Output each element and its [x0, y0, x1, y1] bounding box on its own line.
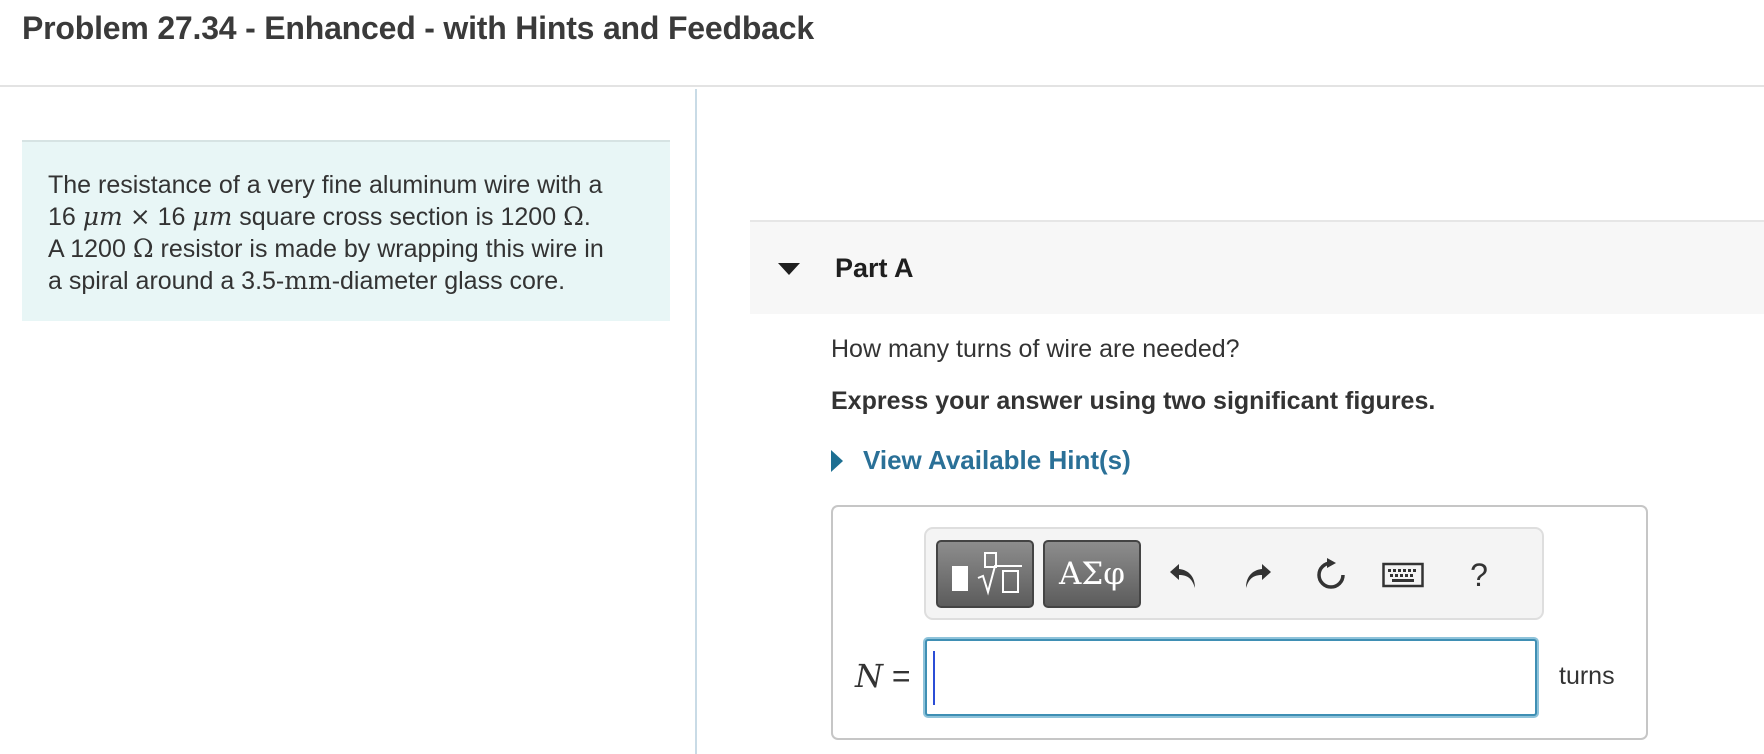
answer-unit: turns — [1559, 662, 1615, 690]
text-cursor — [933, 651, 935, 705]
problem-line-1: The resistance of a very fine aluminum w… — [48, 171, 603, 199]
redo-button[interactable] — [1232, 551, 1282, 599]
answer-input[interactable] — [925, 639, 1537, 716]
problem-line-4: a spiral around a 3.5-mm-diameter glass … — [48, 266, 566, 295]
templates-icon — [952, 552, 1022, 596]
templates-button[interactable] — [936, 540, 1034, 608]
undo-icon — [1170, 564, 1195, 588]
keyboard-button[interactable] — [1378, 551, 1428, 599]
collapse-caret-icon[interactable] — [778, 263, 800, 275]
problem-statement: The resistance of a very fine aluminum w… — [22, 140, 670, 321]
redo-icon — [1246, 564, 1271, 588]
problem-column: The resistance of a very fine aluminum w… — [0, 89, 697, 754]
greek-symbols-button[interactable]: ΑΣφ — [1043, 540, 1141, 608]
part-label: Part A — [835, 253, 914, 283]
answer-box: ΑΣφ ? N = turns — [831, 505, 1648, 740]
reset-button[interactable] — [1306, 551, 1356, 599]
answer-variable-label: N = — [855, 657, 911, 695]
part-a-header[interactable]: Part A — [750, 220, 1764, 314]
instruction-text: Express your answer using two significan… — [831, 387, 1436, 415]
keyboard-icon — [1382, 562, 1424, 588]
page-header: Problem 27.34 - Enhanced - with Hints an… — [0, 0, 1764, 87]
help-button[interactable]: ? — [1454, 551, 1504, 599]
problem-text: The resistance of a very fine aluminum w… — [48, 169, 645, 297]
math-toolbar: ΑΣφ ? — [924, 527, 1544, 620]
undo-button[interactable] — [1159, 551, 1209, 599]
page-title: Problem 27.34 - Enhanced - with Hints an… — [22, 10, 814, 46]
expand-caret-icon — [831, 449, 843, 472]
hint-link-label: View Available Hint(s) — [863, 445, 1131, 475]
view-hints-link[interactable]: View Available Hint(s) — [831, 445, 1131, 476]
problem-line-3: A 1200 Ω resistor is made by wrapping th… — [48, 234, 604, 263]
reset-icon — [1317, 558, 1345, 589]
problem-line-2: 16 μm × 16 μm square cross section is 12… — [48, 202, 591, 231]
question-text: How many turns of wire are needed? — [831, 335, 1240, 363]
